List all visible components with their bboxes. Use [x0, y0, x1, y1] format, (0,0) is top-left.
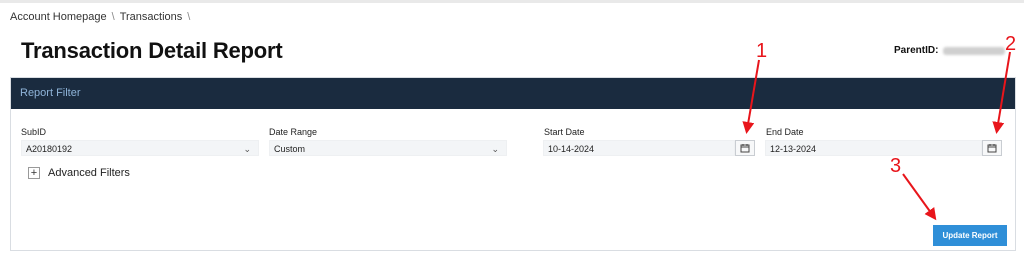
- annotation-arrow-1: [742, 59, 760, 134]
- annotation-arrow-3: [902, 173, 937, 221]
- annotation-arrows: [742, 51, 1011, 221]
- annotation-arrow-2: [992, 51, 1011, 134]
